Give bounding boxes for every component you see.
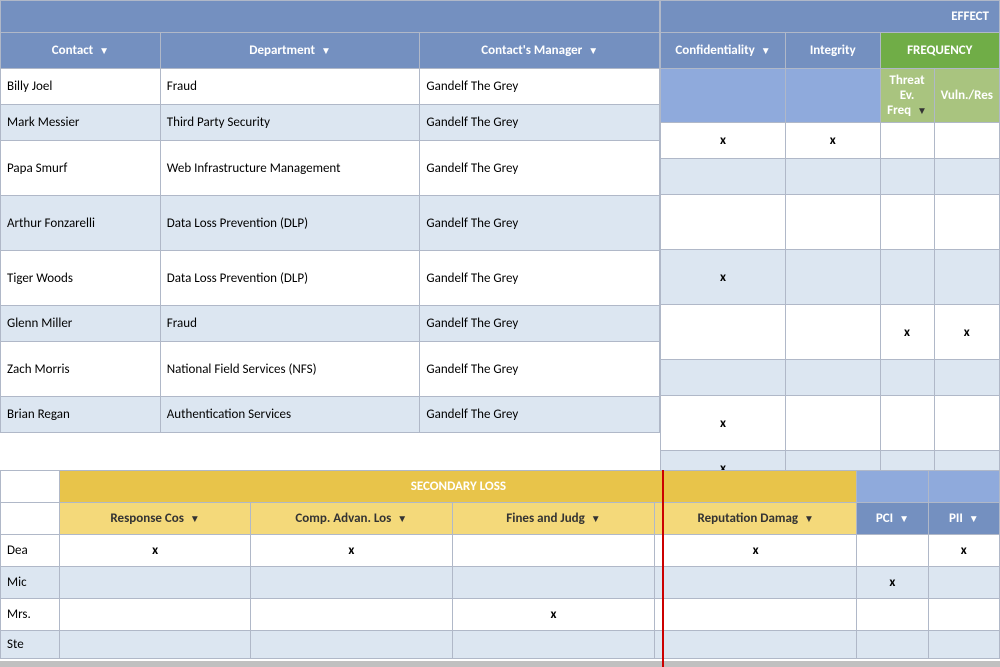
pci-header[interactable]: PCI ▼ xyxy=(857,503,928,535)
effect-frequency-area: EFFECT Confidentiality ▼ Integrity FREQU… xyxy=(660,0,1000,470)
table-row: Brian Regan Authentication Services Gand… xyxy=(1,397,660,433)
reputation-header[interactable]: Reputation Damag ▼ xyxy=(655,503,857,535)
department-filter-icon[interactable]: ▼ xyxy=(321,44,331,57)
secondary-loss-title: SECONDARY LOSS xyxy=(60,471,857,503)
effect-title: EFFECT xyxy=(661,1,1000,33)
effect-row: x x xyxy=(661,305,1000,360)
effect-row xyxy=(661,195,1000,250)
integrity-header: Integrity xyxy=(785,33,880,69)
fines-header[interactable]: Fines and Judg ▼ xyxy=(452,503,654,535)
effect-row xyxy=(661,159,1000,195)
fines-filter-icon[interactable]: ▼ xyxy=(591,512,601,525)
spreadsheet-container: Contact ▼ Department ▼ Contact's Manager… xyxy=(0,0,1000,667)
pci-filter-icon[interactable]: ▼ xyxy=(899,512,909,525)
table-row: Ste xyxy=(1,631,1000,659)
effect-row: x xyxy=(661,451,1000,471)
horizontal-scrollbar[interactable] xyxy=(0,661,1000,667)
pii-filter-icon[interactable]: ▼ xyxy=(969,512,979,525)
table-row: Dea x x x x xyxy=(1,535,1000,567)
table-row: Papa Smurf Web Infrastructure Management… xyxy=(1,141,660,196)
effect-row xyxy=(661,360,1000,396)
effect-row: x xyxy=(661,250,1000,305)
confidentiality-filter-icon[interactable]: ▼ xyxy=(761,44,771,57)
contact-filter-icon[interactable]: ▼ xyxy=(99,44,109,57)
threat-ev-header[interactable]: Threat Ev. Freq ▼ xyxy=(880,69,934,123)
department-header[interactable]: Department ▼ xyxy=(160,33,420,69)
table-row: Mark Messier Third Party Security Gandel… xyxy=(1,105,660,141)
table-row: Tiger Woods Data Loss Prevention (DLP) G… xyxy=(1,251,660,306)
pii-header[interactable]: PII ▼ xyxy=(928,503,999,535)
manager-filter-icon[interactable]: ▼ xyxy=(588,44,598,57)
response-cost-header[interactable]: Response Cos ▼ xyxy=(60,503,250,535)
vuln-res-header: Vuln./Res xyxy=(934,69,999,123)
contact-header[interactable]: Contact ▼ xyxy=(1,33,161,69)
comp-advan-filter-icon[interactable]: ▼ xyxy=(397,512,407,525)
frequency-title-header: FREQUENCY xyxy=(880,33,1000,69)
table-row: Billy Joel Fraud Gandelf The Grey xyxy=(1,69,660,105)
divider-red xyxy=(662,470,664,667)
main-table-area: Contact ▼ Department ▼ Contact's Manager… xyxy=(0,0,660,470)
table-row: Arthur Fonzarelli Data Loss Prevention (… xyxy=(1,196,660,251)
response-cost-filter-icon[interactable]: ▼ xyxy=(190,512,200,525)
threat-ev-filter-icon[interactable]: ▼ xyxy=(917,104,927,117)
manager-header[interactable]: Contact's Manager ▼ xyxy=(420,33,660,69)
effect-row: x x xyxy=(661,123,1000,159)
table-row: Mrs. x xyxy=(1,599,1000,631)
comp-advan-header[interactable]: Comp. Advan. Los ▼ xyxy=(250,503,452,535)
table-row: Glenn Miller Fraud Gandelf The Grey xyxy=(1,306,660,342)
secondary-loss-area: SECONDARY LOSS Response Cos ▼ Comp. Adva… xyxy=(0,470,1000,667)
reputation-filter-icon[interactable]: ▼ xyxy=(804,512,814,525)
confidentiality-header[interactable]: Confidentiality ▼ xyxy=(661,33,786,69)
table-row: Zach Morris National Field Services (NFS… xyxy=(1,342,660,397)
effect-row: x xyxy=(661,396,1000,451)
table-row: Mic x xyxy=(1,567,1000,599)
